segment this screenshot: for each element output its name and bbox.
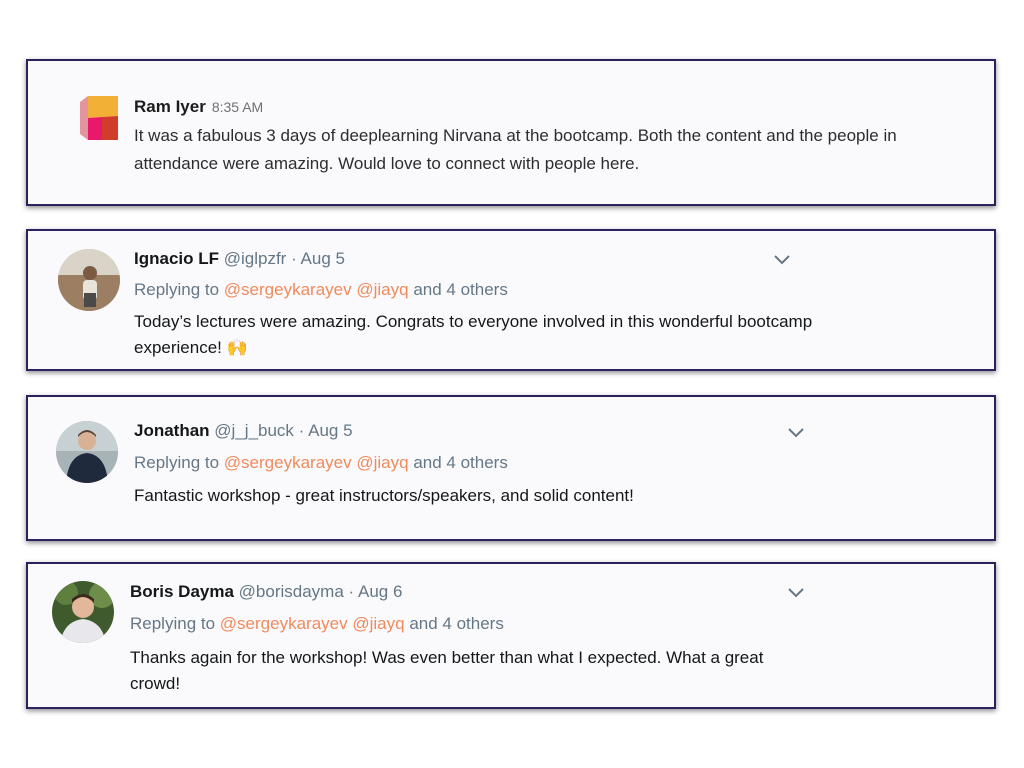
replying-to: Replying to @sergeykarayev @jiayq and 4 … (134, 453, 508, 473)
avatar[interactable] (58, 249, 120, 311)
tweet-card[interactable]: Jonathan @j_j_buck · Aug 5 Replying to @… (26, 395, 996, 541)
chevron-down-icon[interactable] (787, 586, 805, 598)
avatar[interactable] (56, 421, 118, 483)
chevron-down-icon[interactable] (773, 253, 791, 265)
mention-link[interactable]: @sergeykarayev (224, 453, 352, 472)
mention-link[interactable]: @jiayq (356, 453, 408, 472)
tweet-author-name[interactable]: Ignacio LF (134, 249, 219, 268)
slack-logo-icon (80, 96, 118, 140)
tweet-date[interactable]: Aug 6 (358, 582, 402, 601)
replying-to: Replying to @sergeykarayev @jiayq and 4 … (130, 614, 504, 634)
chevron-down-icon[interactable] (787, 426, 805, 438)
tweet-handle[interactable]: @iglpzfr (224, 249, 287, 268)
tweet-handle[interactable]: @borisdayma (239, 582, 344, 601)
tweet-header: Jonathan @j_j_buck · Aug 5 (134, 421, 353, 441)
tweet-text: Fantastic workshop - great instructors/s… (134, 486, 634, 505)
tweet-header: Ignacio LF @iglpzfr · Aug 5 (134, 249, 345, 269)
tweet-text: Today’s lectures were amazing. Congrats … (134, 312, 813, 357)
others-link[interactable]: and 4 others (409, 614, 504, 633)
replying-to: Replying to @sergeykarayev @jiayq and 4 … (134, 280, 508, 300)
tweet-author-name[interactable]: Jonathan (134, 421, 210, 440)
separator-dot: · (298, 421, 305, 440)
tweet-card[interactable]: Ignacio LF @iglpzfr · Aug 5 Replying to … (26, 229, 996, 371)
mention-link[interactable]: @jiayq (352, 614, 404, 633)
tweet-date[interactable]: Aug 5 (308, 421, 352, 440)
avatar[interactable] (52, 581, 114, 643)
replying-prefix: Replying to (130, 614, 216, 633)
slack-author[interactable]: Ram Iyer 8:35 AM (134, 97, 263, 117)
tweet-header: Boris Dayma @borisdayma · Aug 6 (130, 582, 402, 602)
separator-dot: · (348, 582, 355, 601)
mention-link[interactable]: @sergeykarayev (224, 280, 352, 299)
slack-message-text: It was a fabulous 3 days of deeplearning… (134, 126, 897, 173)
tweet-author-name[interactable]: Boris Dayma (130, 582, 234, 601)
replying-prefix: Replying to (134, 453, 220, 472)
mention-link[interactable]: @jiayq (356, 280, 408, 299)
tweet-date[interactable]: Aug 5 (301, 249, 345, 268)
tweet-text: Thanks again for the workshop! Was even … (130, 648, 764, 693)
others-link[interactable]: and 4 others (413, 280, 508, 299)
tweet-handle[interactable]: @j_j_buck (214, 421, 294, 440)
slack-message-card: Ram Iyer 8:35 AM It was a fabulous 3 days… (26, 59, 996, 206)
replying-prefix: Replying to (134, 280, 220, 299)
slack-author-name[interactable]: Ram Iyer (134, 97, 206, 116)
slack-timestamp[interactable]: 8:35 AM (212, 99, 263, 115)
tweet-card[interactable]: Boris Dayma @borisdayma · Aug 6 Replying… (26, 562, 996, 709)
mention-link[interactable]: @sergeykarayev (220, 614, 348, 633)
others-link[interactable]: and 4 others (413, 453, 508, 472)
separator-dot: · (291, 249, 297, 268)
